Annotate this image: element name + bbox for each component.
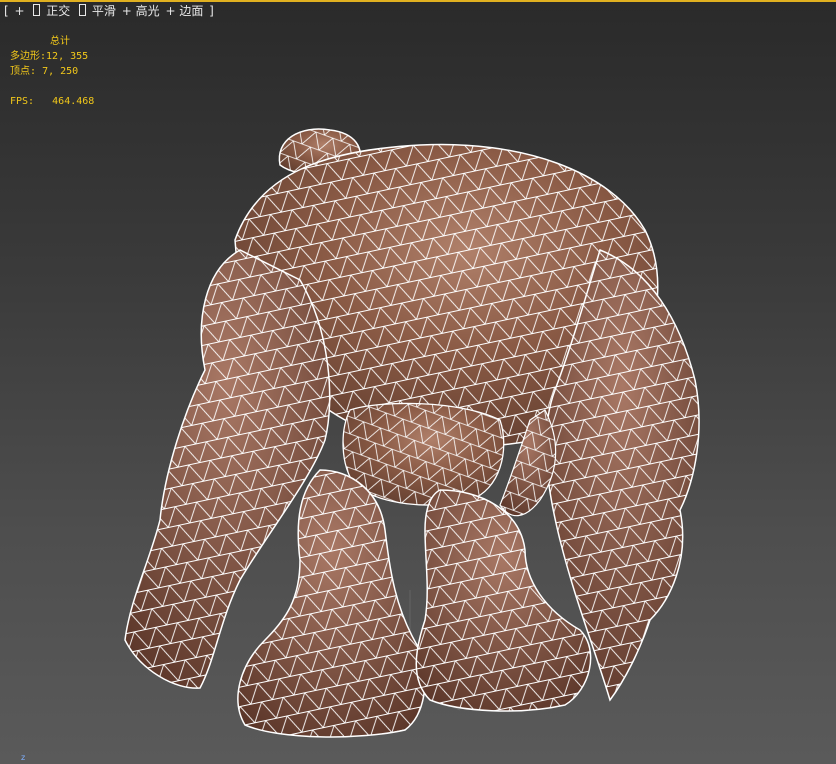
3d-viewport[interactable]: [ + 正交 平滑 + 高光 + 边面 ] 总计 多边形:12, 355 顶点:… (0, 0, 836, 764)
wireframe-golem-model[interactable] (0, 0, 836, 764)
axis-z-label: z (21, 753, 26, 762)
